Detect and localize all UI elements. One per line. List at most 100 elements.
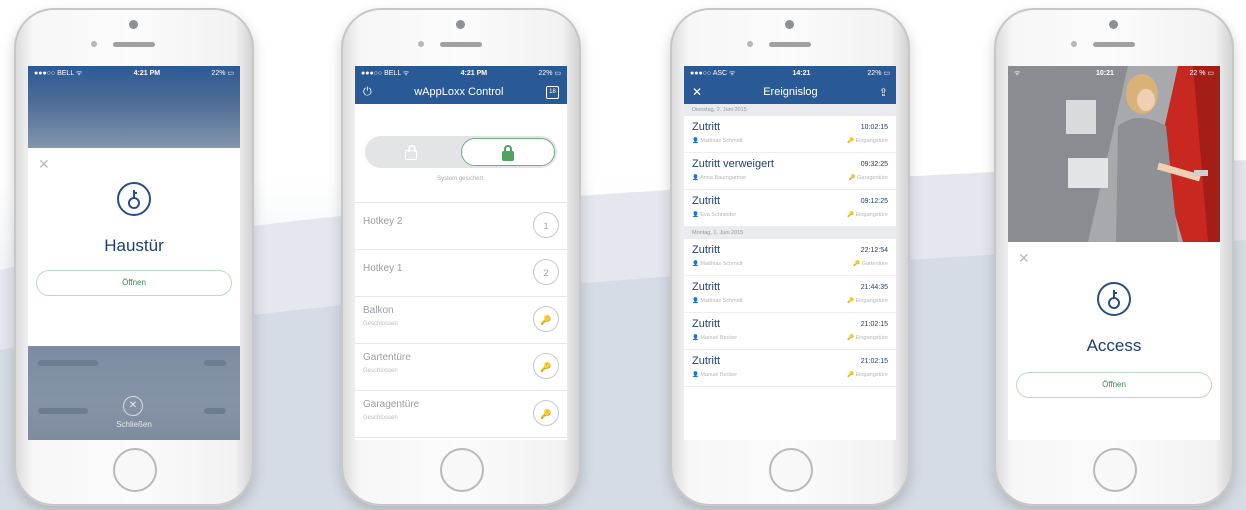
phone-1: ●●●○○ BELL ᯤ 4:21 PM 22% ▭ ✕ Haustür Öff… [14,8,254,506]
door-photo: ᯤ 10:21 22 % ▭ [1008,66,1220,242]
event-person: 👤 Manuel Becker [692,335,738,341]
item-status: Geschlossen [363,368,398,374]
list-item[interactable]: Gartentüre Geschlossen 🔑 [355,343,567,390]
blurred-row [38,360,98,366]
event-title: Zutritt [692,355,721,367]
status-battery: 22% ▭ [211,70,234,77]
status-time: 4:21 PM [133,69,161,77]
key-icon[interactable]: 🔑 [533,306,559,332]
event-person: 👤 Anna Baumgartner [692,175,747,181]
list-item[interactable]: Garagentüre Geschlossen 🔑 [355,390,567,437]
event-person: 👤 Manuel Becker [692,372,738,378]
nav-title: Ereignislog [763,86,818,98]
screen-2: ●●●○○ BELL ᯤ 4:21 PM 22% ▭ ⏻ wAppLoxx Co… [355,66,567,440]
calendar-icon[interactable]: 18 [546,85,559,99]
event-door: 🔑 Eingangstüre [847,298,888,304]
event-person: 👤 Matthias Schmidt [692,298,743,304]
event-title: Zutritt [692,121,721,133]
event-time: 09:12:25 [860,198,888,205]
item-name: Balkon [363,305,394,316]
event-time: 22:12:54 [860,247,888,254]
door-name: Gartentüre [861,261,888,267]
front-camera [129,20,138,29]
home-button[interactable] [769,448,813,492]
event-door: 🔑 Garagentüre [848,175,888,181]
event-title: Zutritt [692,318,721,330]
lock-toggle[interactable] [365,136,557,168]
proximity-sensor [747,41,753,47]
screen-3: ●●●○○ ASC ᯤ 14:21 22% ▭ ✕ Ereignislog ⇪ … [684,66,896,440]
status-carrier: ●●●○○ ASC ᯤ [690,69,736,77]
door-card: ✕ Haustür Öffnen [28,148,240,346]
list-item[interactable]: Hotkey 1 2 [355,249,567,296]
home-button[interactable] [1093,448,1137,492]
list-item[interactable]: Balkon Geschlossen 🔑 [355,296,567,343]
home-button[interactable] [440,448,484,492]
status-bar: ●●●○○ BELL ᯤ 4:21 PM 22% ▭ [355,66,567,80]
nav-title: wAppLoxx Control [414,86,504,98]
section-header: Dienstag, 2. Juni 2015 [684,104,896,116]
event-time: 21:02:15 [860,358,888,365]
screen-4: ᯤ 10:21 22 % ▭ ✕ Access Öffnen [1008,66,1220,440]
item-name: Gartentüre [363,352,411,363]
list-item[interactable] [355,437,567,440]
proximity-sensor [418,41,424,47]
close-icon[interactable]: ✕ [692,85,702,99]
status-bar: ●●●○○ ASC ᯤ 14:21 22% ▭ [684,66,896,80]
phone-2: ●●●○○ BELL ᯤ 4:21 PM 22% ▭ ⏻ wAppLoxx Co… [341,8,581,506]
person-name: Anna Baumgartner [700,175,747,181]
event-time: 21:02:15 [860,321,888,328]
status-battery: 22 % ▭ [1189,70,1214,77]
header: ●●●○○ ASC ᯤ 14:21 22% ▭ ✕ Ereignislog ⇪ [684,66,896,104]
event-person: 👤 Eva Schneider [692,212,737,218]
speaker-grille [1093,42,1135,47]
blurred-row [204,408,226,414]
status-bar: ᯤ 10:21 22 % ▭ [1008,66,1220,80]
event-title: Zutritt [692,244,721,256]
front-camera [1109,20,1118,29]
hotkey-badge[interactable]: 2 [533,259,559,285]
navigation-bar: ✕ Ereignislog ⇪ [684,80,896,104]
power-icon[interactable]: ⏻ [363,86,372,99]
event-row[interactable]: Zutritt 21:02:15 👤 Manuel Becker 🔑 Einga… [684,313,896,350]
status-battery: 22% ▭ [867,70,890,77]
event-row[interactable]: Zutritt 22:12:54 👤 Matthias Schmidt 🔑 Ga… [684,239,896,276]
event-row[interactable]: Zutritt verweigert 09:32:25 👤 Anna Baumg… [684,153,896,190]
door-title: Haustür [104,236,164,255]
close-icon[interactable]: ✕ [1018,250,1030,267]
door-name: Eingangstüre [855,212,888,218]
open-button[interactable]: Öffnen [36,270,232,296]
status-battery: 22% ▭ [538,70,561,77]
item-name: Hotkey 2 [363,216,403,227]
event-row[interactable]: Zutritt 10:02:15 👤 Matthias Schmidt 🔑 Ei… [684,116,896,153]
status-carrier-icon: ᯤ [1014,69,1021,77]
home-button[interactable] [113,448,157,492]
key-icon[interactable]: 🔑 [533,400,559,426]
phone-4: ᯤ 10:21 22 % ▭ ✕ Access Öffnen [994,8,1234,506]
hotkey-badge[interactable]: 1 [533,212,559,238]
proximity-sensor [1071,41,1077,47]
event-time: 10:02:15 [860,124,888,131]
event-row[interactable]: Zutritt 09:12:25 👤 Eva Schneider 🔑 Einga… [684,190,896,227]
status-bar: ●●●○○ BELL ᯤ 4:21 PM 22% ▭ [28,66,240,80]
door-name: Eingangstüre [855,298,888,304]
item-status: Geschlossen [363,321,398,327]
toggle-knob[interactable] [461,138,555,166]
status-time: 14:21 [792,69,811,77]
person-name: Manuel Becker [700,372,738,378]
lock-icon [502,145,514,161]
speaker-grille [769,42,811,47]
share-icon[interactable]: ⇪ [879,86,888,99]
open-button[interactable]: Öffnen [1016,372,1212,398]
close-circle-icon[interactable]: ✕ [123,396,143,416]
proximity-sensor [91,41,97,47]
dimmed-header: ●●●○○ BELL ᯤ 4:21 PM 22% ▭ [28,66,240,148]
event-row[interactable]: Zutritt 21:44:35 👤 Matthias Schmidt 🔑 Ei… [684,276,896,313]
event-row[interactable]: Zutritt 21:02:15 👤 Manuel Becker 🔑 Einga… [684,350,896,387]
close-label[interactable]: Schließen [28,420,240,429]
close-icon[interactable]: ✕ [38,156,50,173]
list-item[interactable]: Hotkey 2 1 [355,202,567,249]
key-icon[interactable]: 🔑 [533,353,559,379]
unlock-icon[interactable] [405,145,417,160]
navigation-bar: ⏻ wAppLoxx Control 18 [355,80,567,104]
